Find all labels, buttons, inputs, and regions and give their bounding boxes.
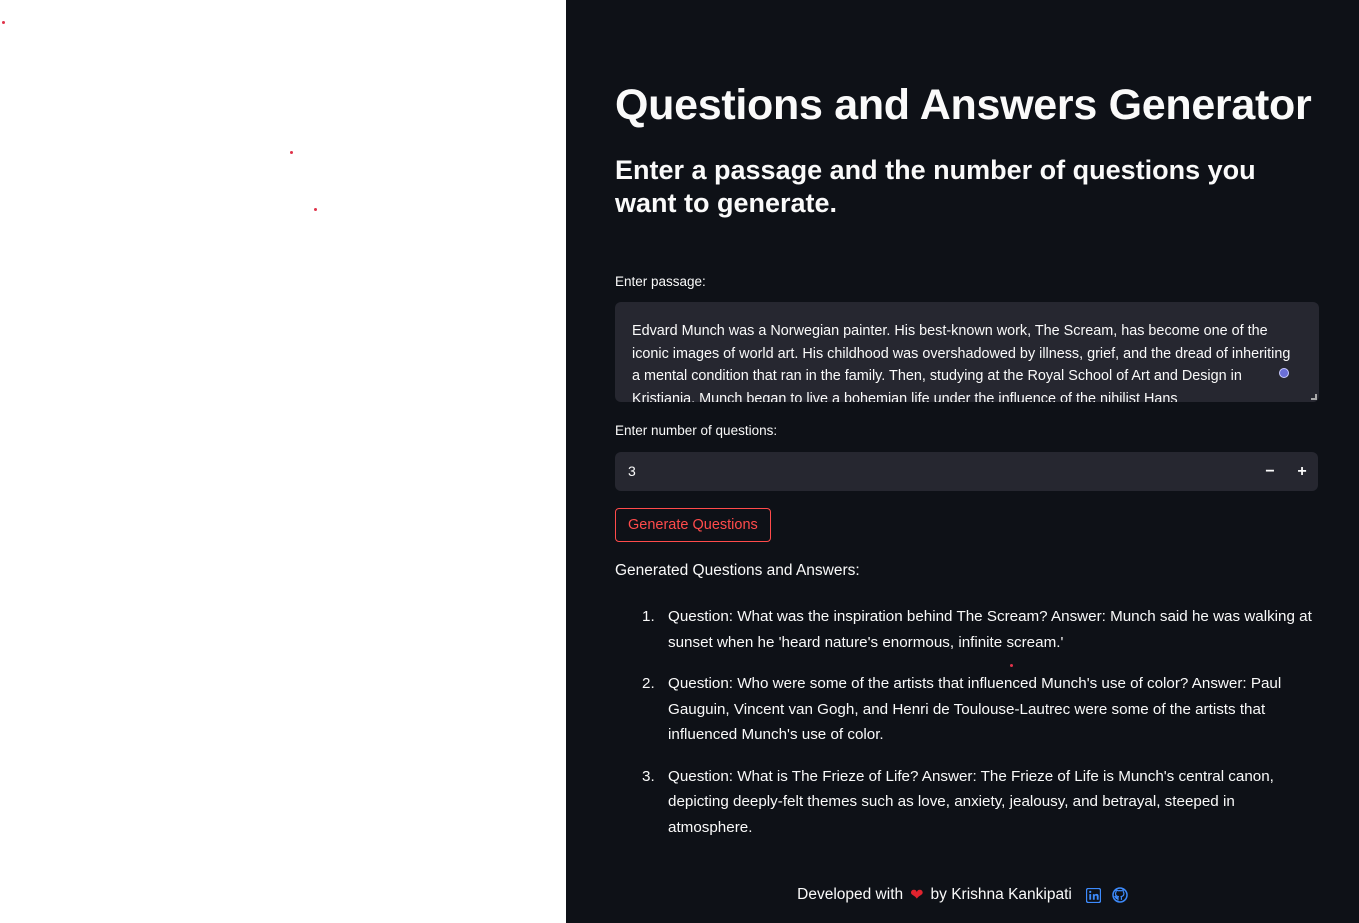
page-subtitle: Enter a passage and the number of questi… [615, 155, 1256, 218]
footer-prefix: Developed with [797, 886, 904, 903]
question-count-value: 3 [628, 463, 636, 479]
grammar-check-icon[interactable] [1279, 368, 1289, 378]
qa-item-text: Question: What is The Frieze of Life? An… [668, 767, 1274, 836]
question-count-input[interactable]: 3 − + [615, 452, 1318, 491]
main-app-area: Questions and Answers Generator Enter a … [566, 0, 1359, 923]
passage-label: Enter passage: [615, 274, 706, 289]
footer: Developed with ❤ by Krishna Kankipati [566, 885, 1359, 905]
linkedin-icon[interactable] [1085, 887, 1101, 903]
results-heading: Generated Questions and Answers: [615, 562, 860, 579]
number-label: Enter number of questions: [615, 423, 778, 438]
qa-list-item: 1. Question: What was the inspiration be… [615, 604, 1321, 655]
github-icon[interactable] [1112, 887, 1128, 903]
qa-item-text: Question: What was the inspiration behin… [668, 608, 1312, 651]
red-dot-marker [2, 21, 5, 24]
increment-button[interactable]: + [1286, 452, 1318, 491]
page-title: Questions and Answers Generator [615, 81, 1312, 129]
qa-item-number: 2. [642, 675, 655, 692]
footer-author: by Krishna Kankipati [930, 886, 1072, 903]
qa-list-item: 3. Question: What is The Frieze of Life?… [615, 764, 1321, 841]
red-dot-marker [314, 208, 317, 211]
qa-item-number: 3. [642, 767, 655, 785]
passage-text: Edvard Munch was a Norwegian painter. Hi… [632, 323, 1291, 402]
qa-list-item: 2. Question: Who were some of the artist… [615, 671, 1321, 748]
qa-item-number: 1. [642, 608, 655, 625]
red-dot-marker [290, 151, 293, 154]
decrement-button[interactable]: − [1254, 452, 1286, 491]
qa-item-text: Question: Who were some of the artists t… [668, 675, 1282, 743]
resize-handle-icon[interactable] [1311, 394, 1317, 400]
red-dot-marker [1010, 664, 1013, 667]
passage-textarea[interactable]: Edvard Munch was a Norwegian painter. Hi… [615, 302, 1319, 402]
left-blank-area [0, 0, 566, 923]
qa-list: 1. Question: What was the inspiration be… [615, 604, 1321, 856]
heart-icon: ❤ [910, 887, 924, 904]
generate-questions-button[interactable]: Generate Questions [615, 508, 771, 542]
